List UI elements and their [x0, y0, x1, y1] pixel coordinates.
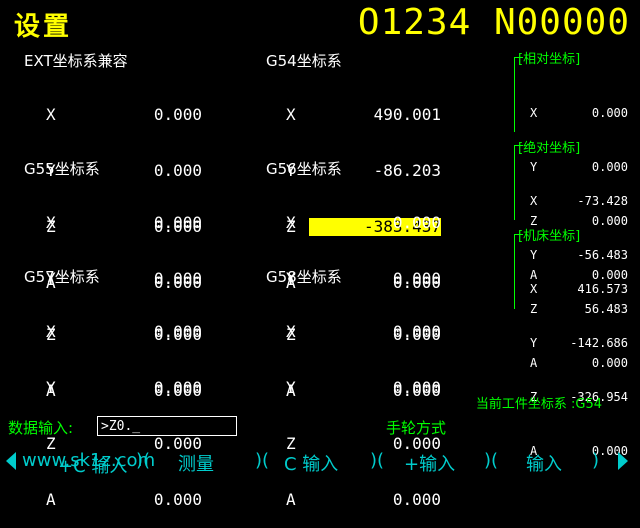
relative-coord-title: [相对坐标]: [518, 52, 581, 67]
page-title: 设置: [14, 12, 73, 42]
current-wcs-status: 当前工件坐标系 :G54: [475, 397, 602, 412]
group-g57: X 0.000 Y 0.000 Z 0.000 A 0.000: [24, 285, 202, 528]
program-number: O1234 N00000: [357, 2, 630, 43]
coord-row: X 0.000: [46, 105, 202, 124]
data-input-label: 数据输入:: [8, 419, 74, 437]
coord-row[interactable]: A 0.000: [24, 491, 202, 509]
coord-row: X -73.428: [530, 194, 628, 208]
coord-row: Y -142.686: [530, 336, 628, 350]
coord-row[interactable]: X 0.000: [24, 323, 202, 341]
absolute-coord-title: [绝对坐标]: [518, 141, 581, 156]
softkey-c-input[interactable]: C 输入: [284, 450, 338, 476]
coord-row[interactable]: X 0.000: [24, 214, 202, 232]
softkey-input[interactable]: 输入: [526, 450, 562, 476]
coord-row[interactable]: Y 0.000: [264, 379, 441, 397]
softkey-measure[interactable]: 测量: [178, 450, 214, 476]
coord-row[interactable]: X 0.000: [264, 214, 441, 232]
softkey-separator: )(: [370, 450, 385, 471]
operation-mode: 手轮方式: [386, 419, 447, 437]
softkey-separator: )(: [136, 450, 151, 471]
scroll-left-icon[interactable]: [6, 452, 16, 470]
coord-row[interactable]: X 490.001: [264, 106, 441, 124]
coord-row[interactable]: X 0.000: [264, 323, 441, 341]
coord-row[interactable]: A 0.000: [264, 491, 441, 509]
softkey-plus-input[interactable]: +输入: [404, 450, 455, 476]
coord-row: X 0.000: [530, 106, 628, 120]
softkey-plus-c-input[interactable]: +C 输入: [58, 452, 127, 478]
softkey-separator: )(: [484, 450, 499, 471]
coord-row: X 416.573: [530, 282, 628, 296]
machine-coord-title: [机床坐标]: [518, 229, 581, 244]
group-title-g58: G58坐标系: [266, 268, 342, 286]
group-g58: X 0.000 Y 0.000 Z 0.000 A 0.000: [264, 285, 441, 528]
scroll-right-icon[interactable]: [618, 452, 628, 470]
coord-row[interactable]: Y 0.000: [24, 379, 202, 397]
machine-coord-panel: X 416.573 Y -142.686 Z -326.954 A 0.000: [512, 243, 628, 478]
softkey-separator: )(: [255, 450, 270, 471]
softkey-separator: ): [592, 450, 600, 471]
group-title-g57: G57坐标系: [24, 268, 100, 286]
softkey-bar: www.sk1z.com +C 输入 测量 C 输入 +输入 输入 )( )( …: [0, 448, 640, 478]
data-input-field[interactable]: >Z0._: [97, 416, 237, 436]
